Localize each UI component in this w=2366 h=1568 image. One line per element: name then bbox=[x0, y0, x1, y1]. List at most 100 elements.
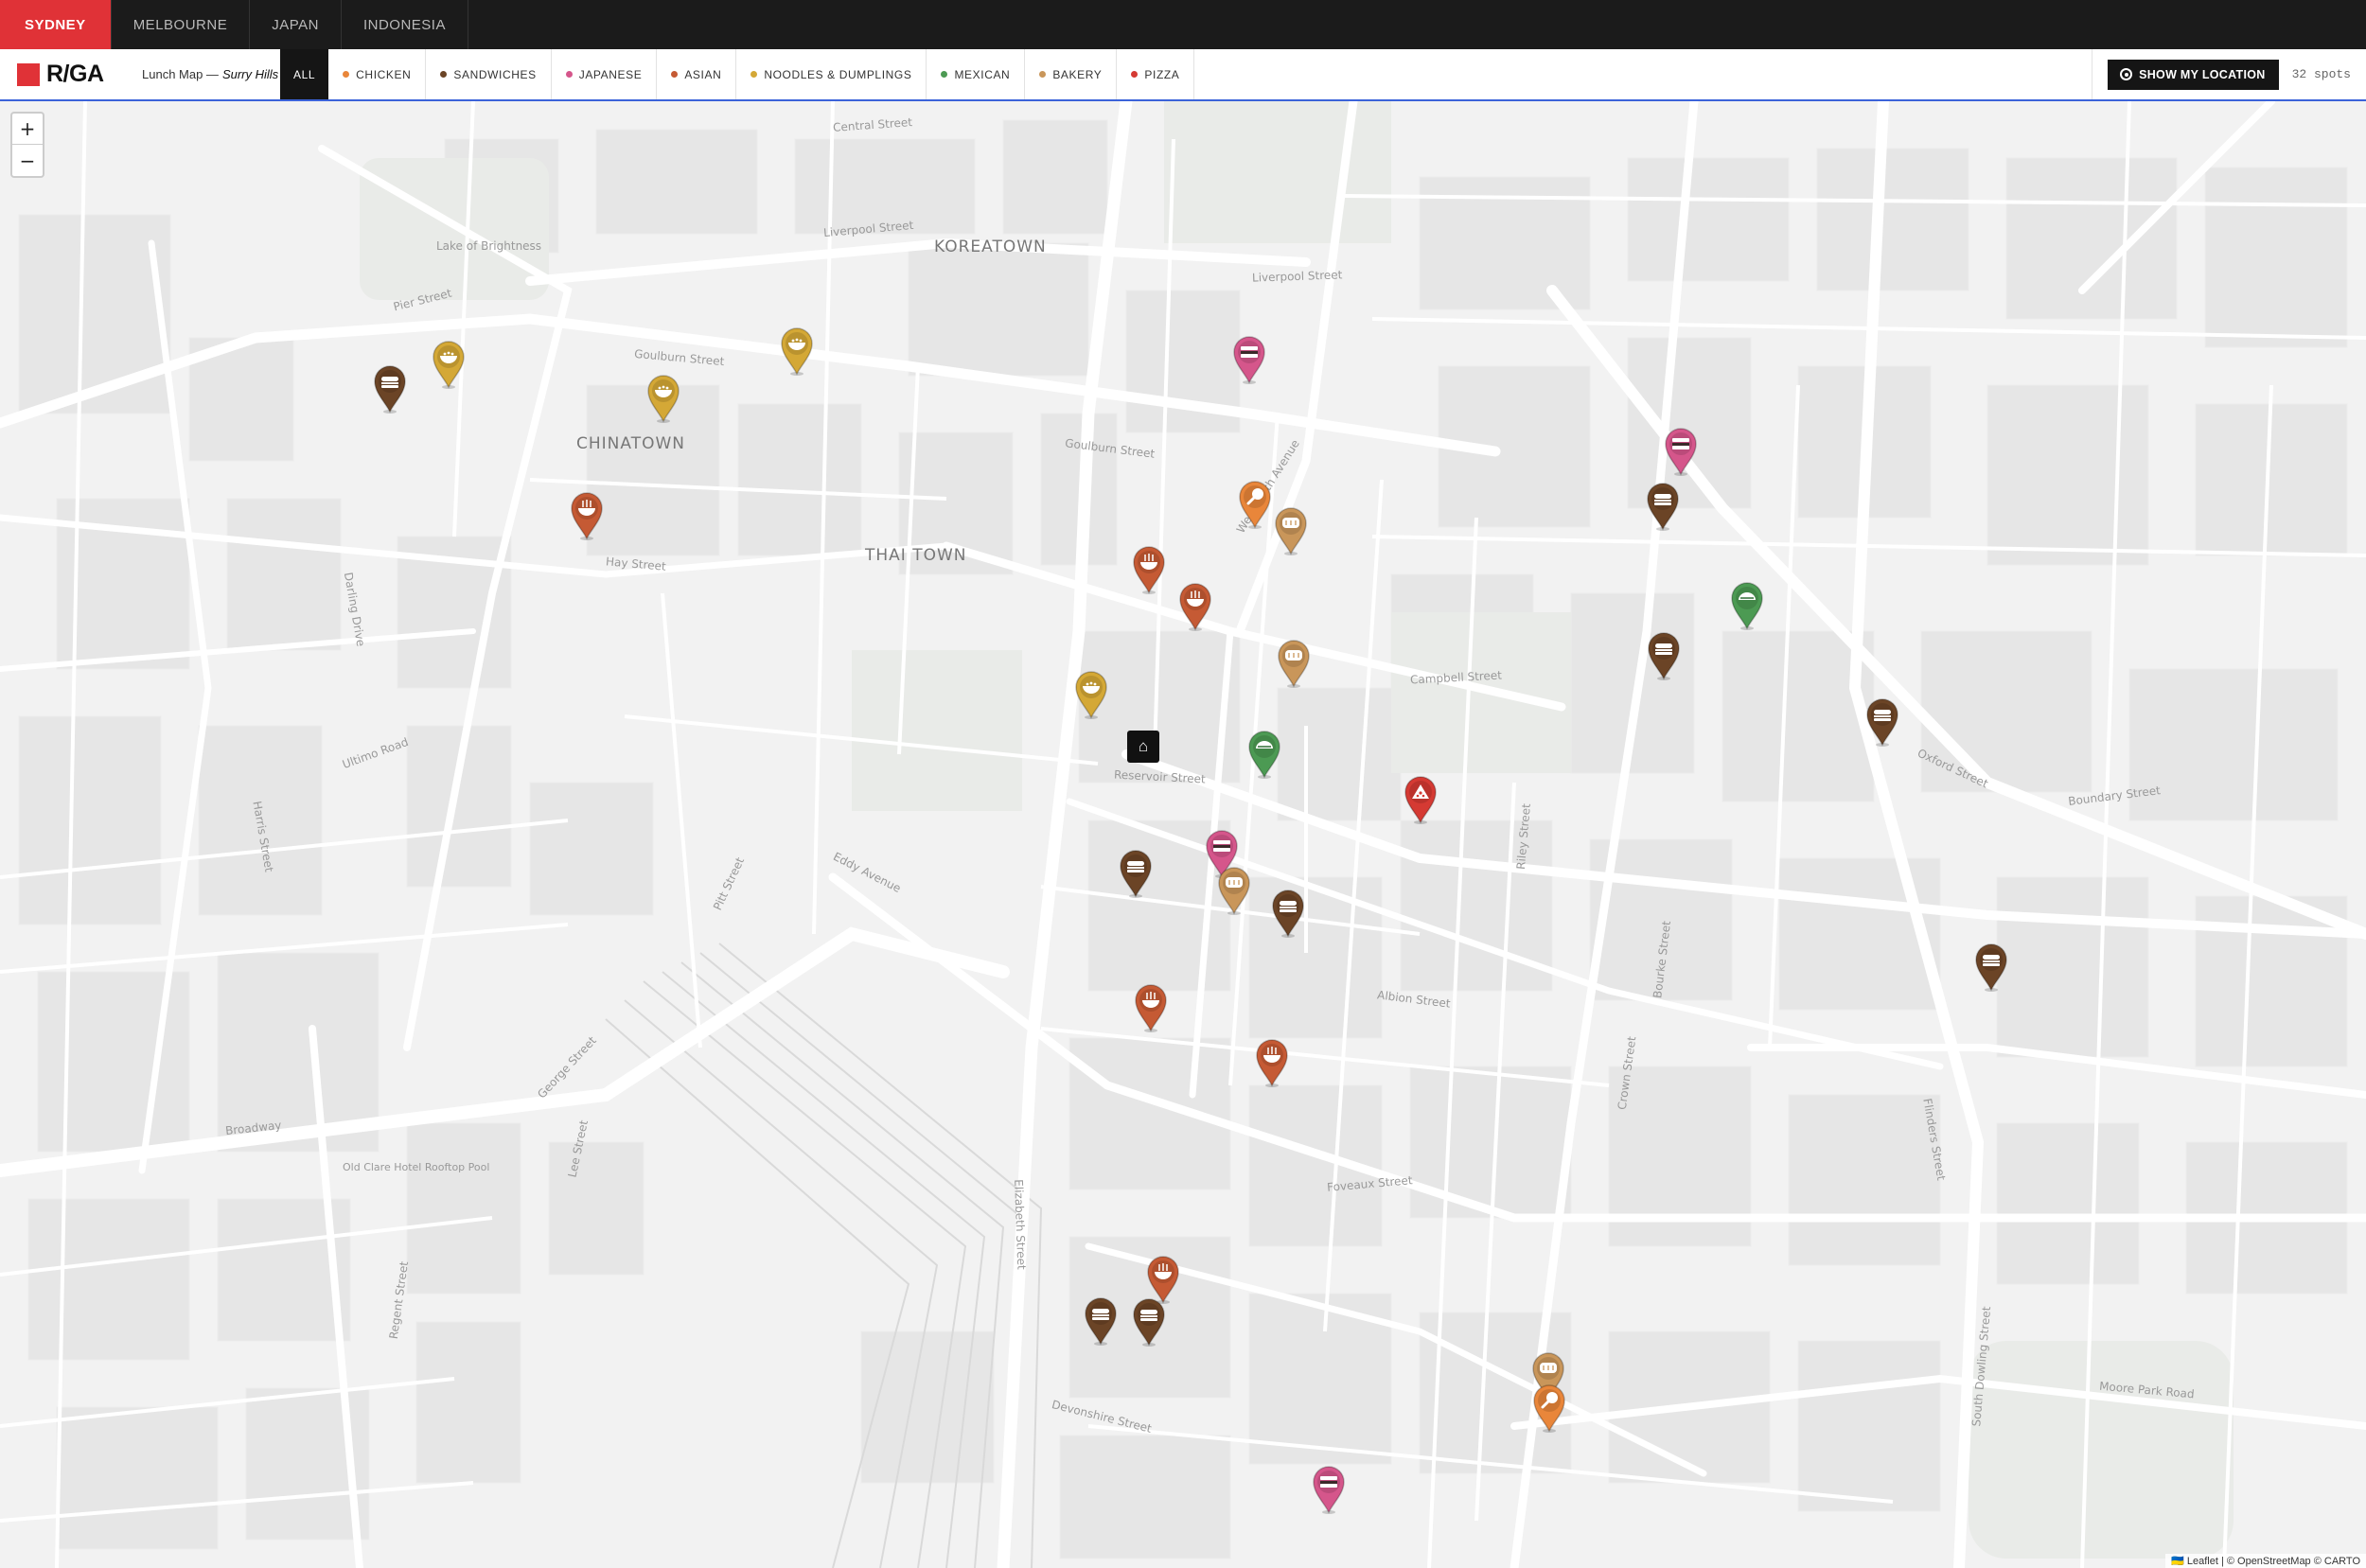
sushi-icon bbox=[1313, 1466, 1345, 1514]
map-pin-japanese[interactable] bbox=[1311, 1465, 1347, 1514]
map-pin-asian[interactable] bbox=[1133, 983, 1169, 1032]
burger-icon bbox=[1866, 698, 1898, 747]
filter-label: BAKERY bbox=[1052, 67, 1103, 81]
map-pin-sandwiches[interactable] bbox=[1973, 943, 2009, 992]
drumstick-icon bbox=[1533, 1384, 1565, 1433]
noodles-dot-icon bbox=[750, 71, 758, 78]
filter-chicken[interactable]: CHICKEN bbox=[328, 49, 427, 99]
map-pin-noodles-dumplings[interactable] bbox=[779, 326, 815, 376]
bakery-dot-icon bbox=[1039, 71, 1047, 78]
zoom-control: + − bbox=[10, 112, 44, 178]
map-pin-sandwiches[interactable] bbox=[1646, 631, 1682, 680]
filter-sandwiches[interactable]: SANDWICHES bbox=[426, 49, 552, 99]
map-pin-noodles-dumplings[interactable] bbox=[645, 374, 681, 423]
map-pin-noodles-dumplings[interactable] bbox=[431, 340, 467, 389]
map-pin-sandwiches[interactable] bbox=[1864, 697, 1900, 747]
map-pin-mexican[interactable] bbox=[1729, 581, 1765, 630]
zoom-in-button[interactable]: + bbox=[12, 114, 43, 145]
map-pin-sandwiches[interactable] bbox=[1270, 889, 1306, 938]
brand-square-icon bbox=[17, 62, 40, 86]
city-tab-melbourne[interactable]: MELBOURNE bbox=[112, 0, 251, 49]
brand-name: R/GA bbox=[46, 61, 104, 87]
filter-bakery[interactable]: BAKERY bbox=[1025, 49, 1118, 99]
filter-pizza[interactable]: PIZZA bbox=[1117, 49, 1195, 99]
show-my-location-button[interactable]: SHOW MY LOCATION bbox=[2108, 59, 2279, 90]
location-controls: SHOW MY LOCATION 32 spots bbox=[2092, 49, 2366, 99]
mexican-dot-icon bbox=[941, 71, 948, 78]
chicken-dot-icon bbox=[343, 71, 350, 78]
bread-icon bbox=[1218, 867, 1250, 915]
street-label: Lake of Brightness bbox=[436, 239, 542, 253]
filter-noodles-dumplings[interactable]: NOODLES & DUMPLINGS bbox=[736, 49, 927, 99]
map-pin-noodles-dumplings[interactable] bbox=[1073, 670, 1109, 719]
burger-icon bbox=[1120, 850, 1152, 898]
zoom-out-button[interactable]: − bbox=[12, 145, 43, 176]
map-pin-bakery[interactable] bbox=[1273, 506, 1309, 555]
filter-label: SANDWICHES bbox=[453, 67, 537, 81]
district-label-koreatown: KOREATOWN bbox=[934, 238, 1047, 256]
bowl-icon bbox=[1075, 671, 1107, 719]
filter-all[interactable]: ALL bbox=[280, 49, 329, 99]
noodle-icon bbox=[571, 492, 603, 540]
noodle-icon bbox=[1179, 583, 1211, 631]
filter-label: PIZZA bbox=[1144, 67, 1180, 81]
district-label-thai-town: THAI TOWN bbox=[865, 546, 967, 565]
burger-icon bbox=[374, 365, 406, 414]
map-pin-bakery[interactable] bbox=[1276, 639, 1312, 688]
map-pin-asian[interactable] bbox=[1254, 1038, 1290, 1087]
filter-japanese[interactable]: JAPANESE bbox=[552, 49, 658, 99]
burger-icon bbox=[1975, 943, 2007, 992]
map-pin-sandwiches[interactable] bbox=[1083, 1296, 1119, 1346]
brand-logo[interactable]: R/GA bbox=[0, 49, 127, 99]
japanese-dot-icon bbox=[565, 71, 573, 78]
filter-label: ALL bbox=[293, 67, 316, 81]
pizza-dot-icon bbox=[1131, 71, 1139, 78]
pizza-icon bbox=[1404, 776, 1437, 824]
map-pin-sandwiches[interactable] bbox=[1645, 482, 1681, 531]
map-pin-japanese[interactable] bbox=[1663, 427, 1699, 476]
map-title: Lunch Map — Surry Hills bbox=[127, 49, 280, 99]
filter-asian[interactable]: ASIAN bbox=[657, 49, 737, 99]
office-home-marker[interactable]: ⌂ bbox=[1127, 731, 1159, 763]
city-tab-japan[interactable]: JAPAN bbox=[250, 0, 342, 49]
map-pin-chicken[interactable] bbox=[1237, 480, 1273, 529]
bowl-icon bbox=[781, 327, 813, 376]
street-label: Old Clare Hotel Rooftop Pool bbox=[343, 1161, 490, 1173]
bread-icon bbox=[1278, 640, 1310, 688]
burger-icon bbox=[1133, 1298, 1165, 1347]
city-tab-sydney[interactable]: SYDNEY bbox=[0, 0, 112, 49]
map-pin-bakery[interactable] bbox=[1216, 866, 1252, 915]
filter-label: ASIAN bbox=[684, 67, 722, 81]
burger-icon bbox=[1272, 890, 1304, 938]
crosshair-icon bbox=[2120, 68, 2133, 80]
map-pin-sandwiches[interactable] bbox=[1131, 1297, 1167, 1347]
filter-mexican[interactable]: MEXICAN bbox=[927, 49, 1026, 99]
sushi-icon bbox=[1665, 428, 1697, 476]
map-pin-asian[interactable] bbox=[1177, 582, 1213, 631]
map-pin-mexican[interactable] bbox=[1246, 730, 1282, 779]
filter-label: NOODLES & DUMPLINGS bbox=[764, 67, 912, 81]
filter-label: CHICKEN bbox=[356, 67, 412, 81]
noodle-icon bbox=[1133, 546, 1165, 594]
map-pin-pizza[interactable] bbox=[1403, 775, 1439, 824]
map-pin-japanese[interactable] bbox=[1231, 335, 1267, 384]
map-pin-sandwiches[interactable] bbox=[372, 364, 408, 414]
map-pin-asian[interactable] bbox=[1131, 545, 1167, 594]
filter-label: JAPANESE bbox=[578, 67, 643, 81]
bowl-icon bbox=[647, 375, 680, 423]
show-my-location-label: SHOW MY LOCATION bbox=[2139, 67, 2266, 81]
bowl-icon bbox=[433, 341, 465, 389]
map-attribution[interactable]: 🇺🇦 Leaflet | © OpenStreetMap © CARTO bbox=[2165, 1554, 2366, 1568]
map-pin-chicken[interactable] bbox=[1531, 1383, 1567, 1433]
city-tab-indonesia[interactable]: INDONESIA bbox=[342, 0, 468, 49]
map-title-prefix: Lunch Map — bbox=[142, 67, 219, 81]
burger-icon bbox=[1085, 1297, 1117, 1346]
taco-icon bbox=[1731, 582, 1763, 630]
burger-icon bbox=[1648, 632, 1680, 680]
map-pin-asian[interactable] bbox=[569, 491, 605, 540]
map-canvas[interactable]: KOREATOWN CHINATOWN THAI TOWN Liverpool … bbox=[0, 101, 2366, 1568]
map-pin-sandwiches[interactable] bbox=[1118, 849, 1154, 898]
asian-dot-icon bbox=[671, 71, 679, 78]
city-tabs: SYDNEY MELBOURNE JAPAN INDONESIA bbox=[0, 0, 2366, 49]
